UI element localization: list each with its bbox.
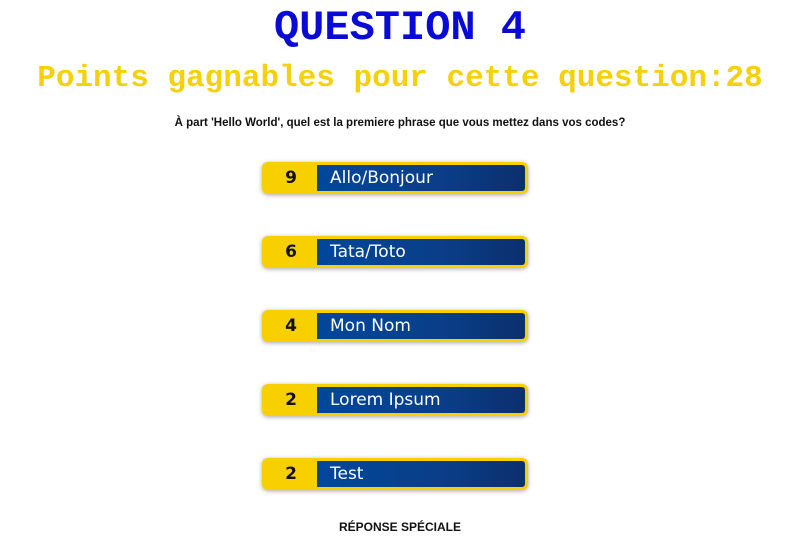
answer-card[interactable]: 4 Mon Nom	[262, 310, 528, 342]
answer-label: Allo/Bonjour	[317, 165, 525, 191]
answer-label: Lorem Ipsum	[317, 387, 525, 413]
question-title: QUESTION 4	[273, 4, 527, 52]
answer-card[interactable]: 2 Lorem Ipsum	[262, 384, 528, 416]
answer-points: 9	[265, 165, 317, 191]
answer-label: Test	[317, 461, 525, 487]
answer-points: 2	[265, 461, 317, 487]
answer-label: Tata/Toto	[317, 239, 525, 265]
question-prompt: À part 'Hello World', quel est la premie…	[174, 117, 626, 129]
answer-points: 6	[265, 239, 317, 265]
points-available-text: Points gagnables pour cette question:28	[37, 61, 763, 96]
answer-label: Mon Nom	[317, 313, 525, 339]
answer-card[interactable]: 2 Test	[262, 458, 528, 490]
answer-points: 4	[265, 313, 317, 339]
special-answer-button[interactable]: RÉPONSE SPÉCIALE	[0, 519, 800, 535]
answer-card[interactable]: 9 Allo/Bonjour	[262, 162, 528, 194]
answer-card[interactable]: 6 Tata/Toto	[262, 236, 528, 268]
answer-points: 2	[265, 387, 317, 413]
